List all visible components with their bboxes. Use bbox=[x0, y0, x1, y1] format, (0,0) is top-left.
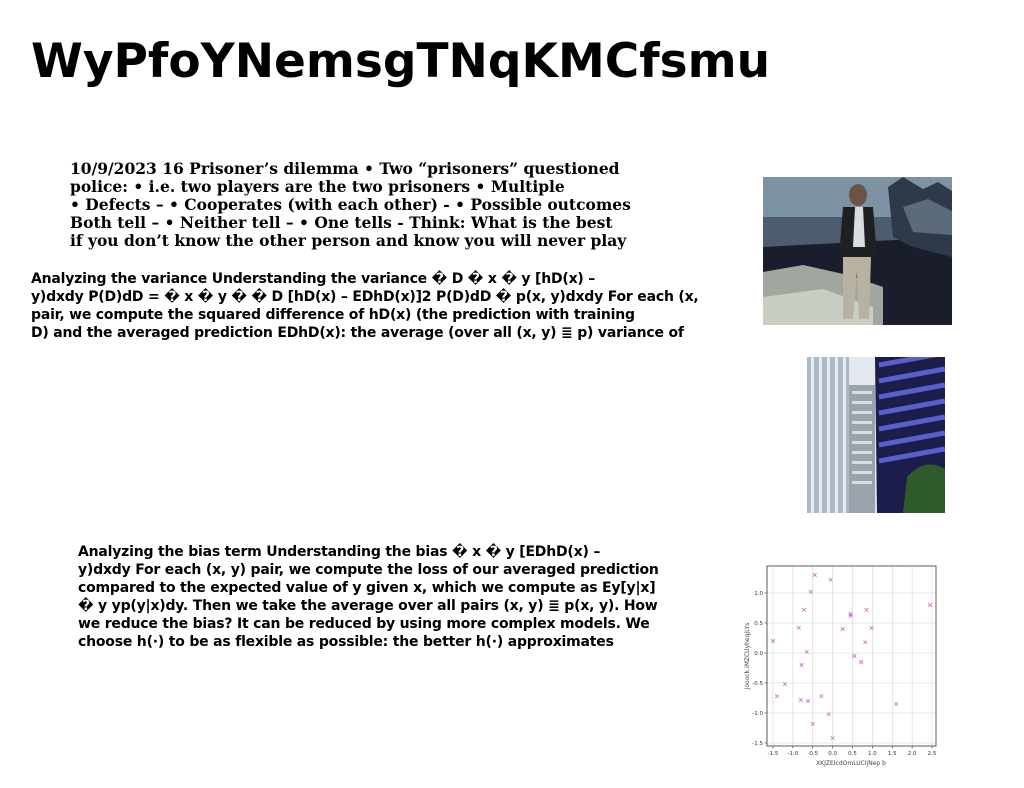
scatter-point bbox=[840, 626, 845, 632]
scatter-point bbox=[799, 662, 804, 668]
x-tick-label: 0.5 bbox=[848, 751, 857, 757]
x-tick-label: -1.5 bbox=[768, 751, 779, 757]
scatter-point bbox=[859, 659, 864, 665]
x-tick-label: 2.5 bbox=[928, 751, 937, 757]
y-tick-label: -0.5 bbox=[752, 681, 763, 687]
scatter-chart: -1.5 -1.0 -0.5 0.0 0.5 1.0 1.5 2.0 2.5 1.0 0.5 0.0 -… bbox=[742, 562, 942, 770]
x-tick-label: -1.0 bbox=[787, 751, 798, 757]
scatter-point bbox=[812, 572, 817, 578]
scatter-point bbox=[863, 640, 868, 645]
x-axis-label: XKJZEIcdOmLUCIjNep b bbox=[816, 760, 886, 767]
scatter-point bbox=[774, 694, 780, 699]
x-tick-label: 0.0 bbox=[828, 751, 837, 757]
bias-text: Analyzing the bias term Understanding th… bbox=[78, 544, 659, 650]
beach-photo bbox=[763, 177, 952, 325]
scatter-point bbox=[869, 625, 874, 630]
scatter-point bbox=[798, 697, 803, 702]
y-tick-label: -1.0 bbox=[752, 711, 763, 717]
y-tick-label: 0.0 bbox=[754, 651, 763, 657]
x-tick-label: 1.5 bbox=[888, 751, 897, 757]
y-tick-label: 0.5 bbox=[754, 621, 763, 627]
x-tick-label: -0.5 bbox=[807, 751, 818, 757]
prisoners-dilemma-text: 10/9/2023 16 Prisoner’s dilemma • Two “p… bbox=[70, 159, 631, 250]
scatter-point bbox=[805, 698, 811, 704]
variance-text: Analyzing the variance Understanding the… bbox=[31, 271, 699, 341]
scatter-point bbox=[927, 602, 933, 608]
scatter-point bbox=[894, 701, 899, 707]
building-photo bbox=[807, 357, 945, 513]
scatter-point bbox=[796, 625, 801, 630]
scatter-point bbox=[864, 607, 869, 612]
y-tick-label: 1.0 bbox=[754, 591, 763, 597]
scatter-point bbox=[819, 694, 824, 699]
scatter-point bbox=[828, 577, 833, 582]
y-tick-label: -1.5 bbox=[752, 741, 763, 747]
y-axis-label: Jooock iMZCUyheqjLYs bbox=[744, 623, 751, 691]
page-title: WyPfoYNemsgTNqKMCfsmu bbox=[31, 34, 771, 89]
x-tick-label: 2.0 bbox=[908, 751, 917, 757]
x-tick-label: 1.0 bbox=[868, 751, 877, 757]
scatter-point bbox=[852, 653, 857, 659]
scatter-point bbox=[801, 607, 807, 612]
